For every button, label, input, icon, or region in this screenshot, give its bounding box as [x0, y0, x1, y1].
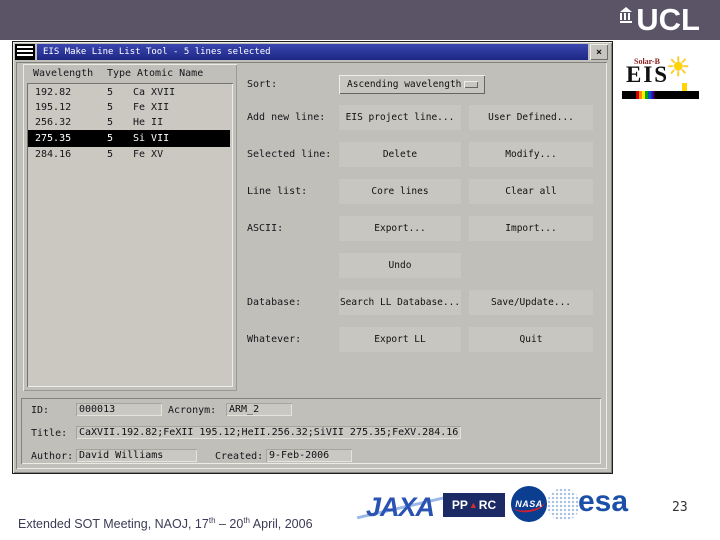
- acronym-field[interactable]: ARM_2: [226, 403, 292, 416]
- col-header-type: Type: [107, 68, 132, 79]
- line-wavelength: 275.35: [35, 133, 72, 144]
- line-type: 5: [107, 87, 114, 98]
- line-wavelength: 256.32: [35, 117, 72, 128]
- line-type: 5: [107, 117, 114, 128]
- footer-caption: Extended SOT Meeting, NAOJ, 17th – 20th …: [18, 516, 313, 531]
- ucl-logo: UCL: [620, 2, 700, 37]
- jaxa-logo: JAXA: [366, 492, 435, 522]
- footer-text: Extended SOT Meeting, NAOJ, 17: [18, 517, 209, 532]
- sort-dropdown[interactable]: Ascending wavelength: [339, 75, 485, 94]
- ascii-label: ASCII:: [247, 223, 284, 234]
- ucl-logo-text: UCL: [636, 2, 700, 37]
- save-update-button[interactable]: Save/Update...: [469, 290, 593, 315]
- title-field[interactable]: CaXVII.192.82;FeXII 195.12;HeII.256.32;S…: [76, 426, 462, 439]
- pparc-triangle-icon: ▲: [468, 500, 478, 510]
- database-label: Database:: [247, 297, 302, 308]
- col-header-wavelength: Wavelength: [33, 68, 94, 79]
- sun-stem: [682, 83, 687, 91]
- line-list-label: Line list:: [247, 186, 308, 197]
- line-row-195[interactable]: 195.12 5 Fe XII: [29, 100, 229, 115]
- option-menu-indicator-icon: [464, 81, 478, 88]
- footer-text: April, 2006: [250, 517, 313, 532]
- export-ll-button[interactable]: Export LL: [339, 327, 461, 352]
- line-row-284[interactable]: 284.16 5 Fe XV: [29, 147, 229, 162]
- line-name: He II: [133, 117, 164, 128]
- sun-icon: ☀: [666, 52, 691, 83]
- modify-button[interactable]: Modify...: [469, 142, 593, 167]
- top-banner: [0, 0, 720, 40]
- core-lines-button[interactable]: Core lines: [339, 179, 461, 204]
- user-defined-button[interactable]: User Defined...: [469, 105, 593, 130]
- author-field[interactable]: David Williams: [76, 449, 197, 462]
- pparc-rc: RC: [478, 498, 497, 512]
- line-row-275-selected[interactable]: 275.35 5 Si VII: [28, 130, 230, 147]
- title-label: Title:: [31, 428, 68, 439]
- line-type: 5: [107, 149, 114, 160]
- slide: UCL EIS Make Line List Tool - 5 lines se…: [0, 0, 720, 540]
- add-new-line-label: Add new line:: [247, 112, 326, 123]
- page-number: 23: [672, 500, 688, 515]
- delete-button[interactable]: Delete: [339, 142, 461, 167]
- col-header-atomic-name: Atomic Name: [137, 68, 204, 79]
- line-name: Ca XVII: [133, 87, 176, 98]
- line-name: Fe XV: [133, 149, 164, 160]
- footer-sup: th: [208, 516, 216, 525]
- export-ascii-button[interactable]: Export...: [339, 216, 461, 241]
- acronym-label: Acronym:: [168, 405, 217, 416]
- selected-line-label: Selected line:: [247, 149, 332, 160]
- line-list[interactable]: 192.82 5 Ca XVII 195.12 5 Fe XII 256.32 …: [27, 83, 233, 387]
- footer-text: – 20: [215, 517, 244, 532]
- pparc-pp: PP: [451, 498, 468, 512]
- line-name: Fe XII: [133, 102, 170, 113]
- eis-project-line-button[interactable]: EIS project line...: [339, 105, 461, 130]
- undo-button[interactable]: Undo: [339, 253, 461, 278]
- line-type: 5: [107, 102, 114, 113]
- line-wavelength: 284.16: [35, 149, 72, 160]
- line-type: 5: [107, 133, 114, 144]
- ucl-portico-icon: [620, 7, 633, 23]
- import-ascii-button[interactable]: Import...: [469, 216, 593, 241]
- quit-button[interactable]: Quit: [469, 327, 593, 352]
- author-label: Author:: [31, 451, 74, 462]
- line-wavelength: 192.82: [35, 87, 72, 98]
- sort-dropdown-value: Ascending wavelength: [347, 79, 462, 90]
- close-icon[interactable]: ×: [590, 44, 608, 60]
- created-field[interactable]: 9-Feb-2006: [266, 449, 352, 462]
- eis-spectrum-bar: [622, 91, 699, 99]
- window-menu-icon[interactable]: [15, 44, 35, 60]
- search-ll-database-button[interactable]: Search LL Database...: [339, 290, 461, 315]
- pparc-logo: PP ▲ RC: [443, 493, 505, 517]
- line-wavelength: 195.12: [35, 102, 72, 113]
- id-label: ID:: [31, 405, 50, 416]
- eis-logo-text: EIS: [626, 62, 670, 87]
- sort-label: Sort:: [247, 79, 278, 90]
- id-field[interactable]: 000013: [76, 403, 162, 416]
- nasa-logo-text: NASA: [515, 499, 543, 509]
- line-row-192[interactable]: 192.82 5 Ca XVII: [29, 85, 229, 100]
- window-title-bar[interactable]: EIS Make Line List Tool - 5 lines select…: [37, 44, 588, 60]
- clear-all-button[interactable]: Clear all: [469, 179, 593, 204]
- nasa-logo: NASA: [511, 486, 547, 522]
- whatever-label: Whatever:: [247, 334, 302, 345]
- esa-globe-icon: [547, 488, 580, 521]
- footer-sup: th: [243, 516, 250, 525]
- created-label: Created:: [215, 451, 264, 462]
- line-row-256[interactable]: 256.32 5 He II: [29, 115, 229, 130]
- esa-logo-text: esa: [578, 485, 629, 518]
- line-name: Si VII: [133, 133, 170, 144]
